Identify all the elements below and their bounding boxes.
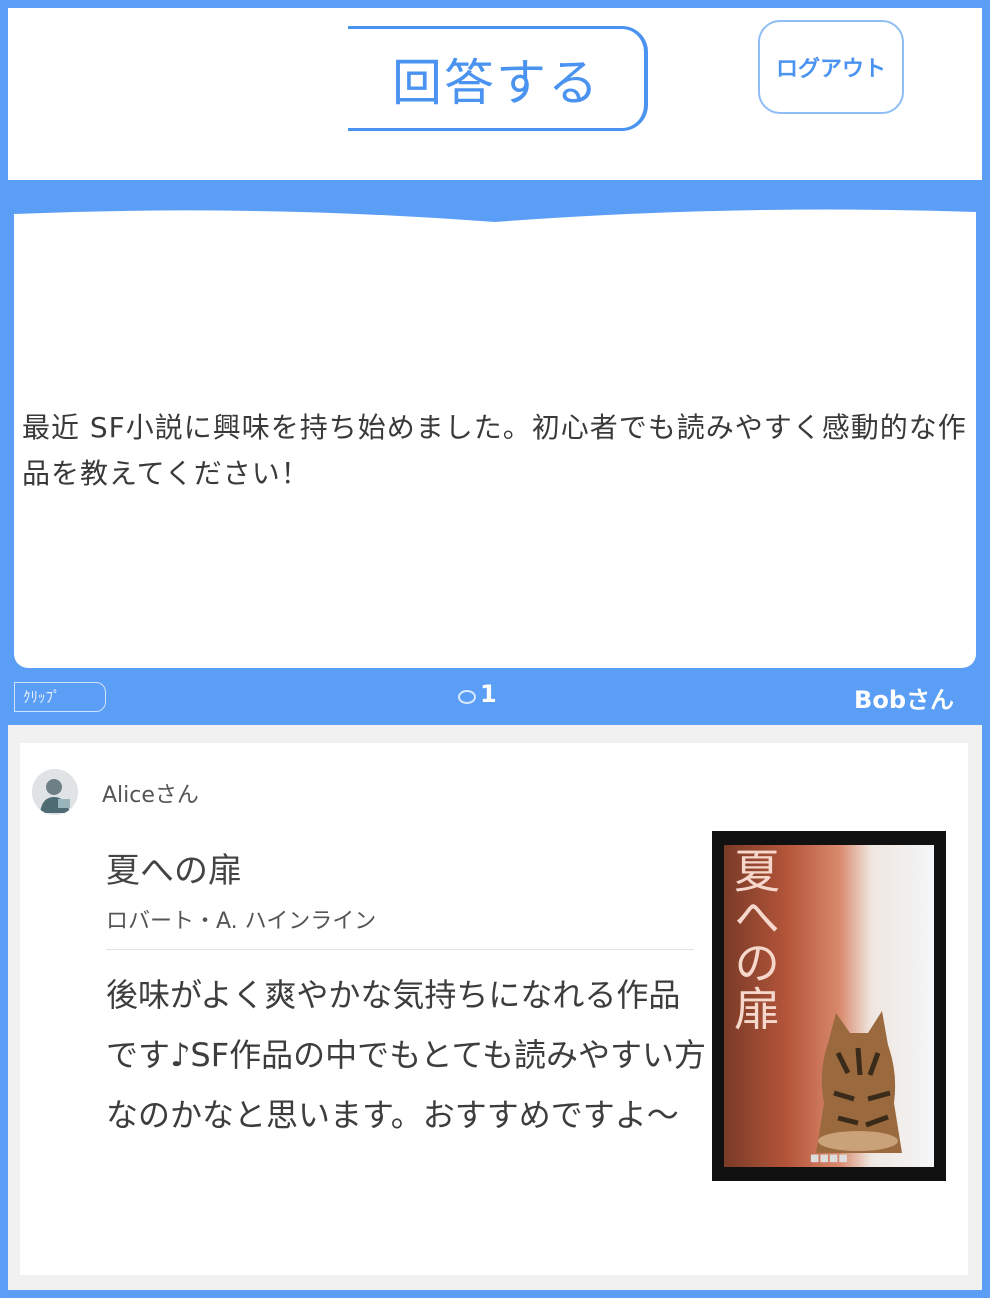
question-card: 最近 SF小説に興味を持ち始めました。初心者でも読みやすく感動的な作品を教えてく… xyxy=(14,200,976,668)
book-title: 夏への扉 xyxy=(106,851,242,891)
cat-illustration xyxy=(816,1011,902,1153)
asker-name[interactable]: Bobさん xyxy=(854,680,954,715)
divider xyxy=(106,949,694,950)
app-frame: 回答する ログアウト 最近 SF小説に興味を持ち始めました。初心者でも読みやすく… xyxy=(0,0,990,1298)
cover-art: 夏への扉 ロバート・A・ハインライン ■■■■ xyxy=(724,845,934,1167)
book-cover-image[interactable]: 夏への扉 ロバート・A・ハインライン ■■■■ xyxy=(712,831,946,1181)
answer-count: 1 xyxy=(458,680,497,708)
logout-button[interactable]: ログアウト xyxy=(758,20,904,114)
answers-section: Aliceさん 夏への扉 ロバート・A. ハインライン 後味がよく爽やかな気持ち… xyxy=(8,725,982,1290)
answer-button[interactable]: 回答する xyxy=(348,26,648,131)
book-author: ロバート・A. ハインライン xyxy=(106,909,377,934)
card-wave-edge xyxy=(14,200,976,230)
avatar[interactable] xyxy=(32,769,78,815)
cover-title: 夏への扉 xyxy=(727,847,781,1031)
answer-text: 後味がよく爽やかな気持ちになれる作品です♪SF作品の中でもとても読みやすい方なの… xyxy=(106,976,706,1134)
answerer-name[interactable]: Aliceさん xyxy=(102,777,199,809)
clip-button[interactable]: ｸﾘｯﾌﾟ xyxy=(14,682,106,712)
question-footer: ｸﾘｯﾌﾟ 1 Bobさん xyxy=(8,668,982,725)
answer-count-value: 1 xyxy=(480,680,497,708)
question-text: 最近 SF小説に興味を持ち始めました。初心者でも読みやすく感動的な作品を教えてく… xyxy=(22,411,967,490)
comment-icon xyxy=(458,690,476,704)
question-section: 最近 SF小説に興味を持ち始めました。初心者でも読みやすく感動的な作品を教えてく… xyxy=(8,180,982,725)
header: 回答する ログアウト xyxy=(8,8,982,180)
cover-publisher-mark: ■■■■ xyxy=(810,1153,848,1164)
user-avatar-icon xyxy=(32,769,78,815)
answer-card: Aliceさん 夏への扉 ロバート・A. ハインライン 後味がよく爽やかな気持ち… xyxy=(20,743,968,1275)
